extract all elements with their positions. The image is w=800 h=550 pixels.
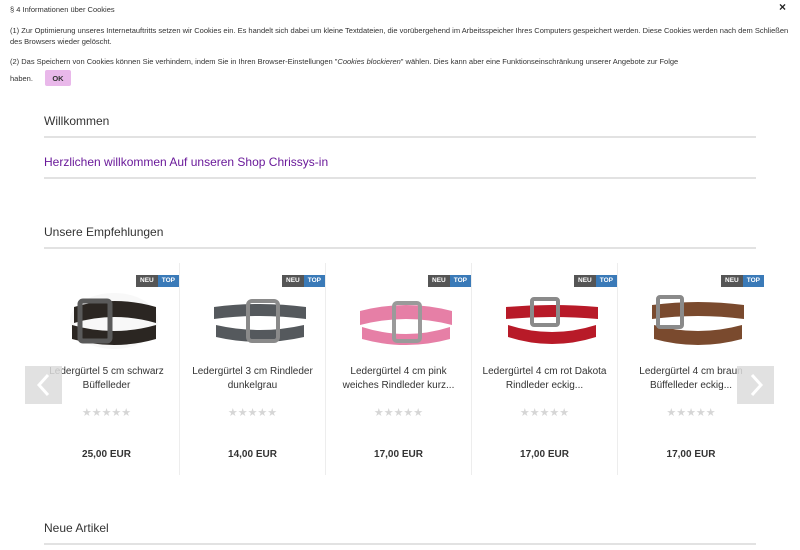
product-image[interactable] [356,277,456,357]
new-items-section: Neue Artikel [44,521,756,545]
product-price: 25,00 EUR [82,449,131,460]
product-name[interactable]: Ledergürtel 3 cm Rindleder dunkelgrau [188,365,317,393]
rating-stars-icon: ★★★★★ [227,407,278,419]
cookie-paragraph-1: (1) Zur Optimierung unseres Internetauft… [10,26,789,46]
ok-button[interactable]: OK [44,70,71,86]
product-card[interactable]: NEU TOP Ledergürtel 4 cm pink weiches Ri… [326,263,472,475]
product-name[interactable]: Ledergürtel 4 cm pink weiches Rindleder … [334,365,463,393]
rating-stars-icon: ★★★★★ [81,407,132,419]
product-image[interactable] [648,277,748,357]
belt-image-icon [506,297,598,344]
product-card[interactable]: NEU TOP Ledergürtel 3 cm Rindleder dunke… [180,263,326,475]
product-price: 17,00 EUR [520,449,569,460]
product-price: 14,00 EUR [228,449,277,460]
product-card[interactable]: NEU TOP Ledergürtel 4 cm rot Dakota Rind… [472,263,618,475]
belt-image-icon [652,295,744,345]
cookie-paragraph-2-ending: haben. OK [10,70,790,86]
rating-stars-icon: ★★★★★ [373,407,424,419]
recommendations-section: Unsere Empfehlungen [44,225,756,249]
carousel-next-button[interactable] [737,366,774,404]
product-image[interactable] [502,277,602,357]
recommendations-heading: Unsere Empfehlungen [44,225,756,249]
chevron-left-icon [36,373,49,397]
product-image[interactable] [64,277,164,357]
cookie-paragraph-2-emphasis: Cookies blockieren [337,57,401,66]
cookie-paragraph-2-last-word: haben. [10,73,33,83]
welcome-section: Willkommen [44,114,756,138]
cookie-paragraph-2-text-end: " wählen. Dies kann aber eine Funktionse… [400,57,679,66]
carousel-prev-button[interactable] [25,366,62,404]
rating-stars-icon: ★★★★★ [666,407,716,419]
cookie-paragraph-2-text: (2) Das Speichern von Cookies können Sie… [10,57,338,66]
welcome-link[interactable]: Herzlichen willkommen Auf unseren Shop C… [44,155,756,179]
chevron-right-icon [750,373,763,397]
cookie-title: § 4 Informationen über Cookies [10,5,115,14]
cookie-banner: § 4 Informationen über Cookies × (1) Zur… [0,0,800,94]
close-icon[interactable]: × [779,1,786,13]
product-name[interactable]: Ledergürtel 4 cm rot Dakota Rindleder ec… [480,365,609,393]
welcome-heading: Willkommen [44,114,756,138]
belt-image-icon [214,299,306,343]
product-price: 17,00 EUR [666,449,716,460]
belt-image-icon [360,301,452,345]
new-items-heading: Neue Artikel [44,521,756,545]
product-image[interactable] [210,277,310,357]
product-carousel: NEU TOP Ledergürtel 5 cm schwarz Büffell… [34,263,766,475]
welcome-link-wrap: Herzlichen willkommen Auf unseren Shop C… [44,155,756,179]
product-price: 17,00 EUR [374,449,423,460]
belt-image-icon [70,293,158,349]
rating-stars-icon: ★★★★★ [519,407,570,419]
cookie-paragraph-2: (2) Das Speichern von Cookies können Sie… [10,56,790,67]
